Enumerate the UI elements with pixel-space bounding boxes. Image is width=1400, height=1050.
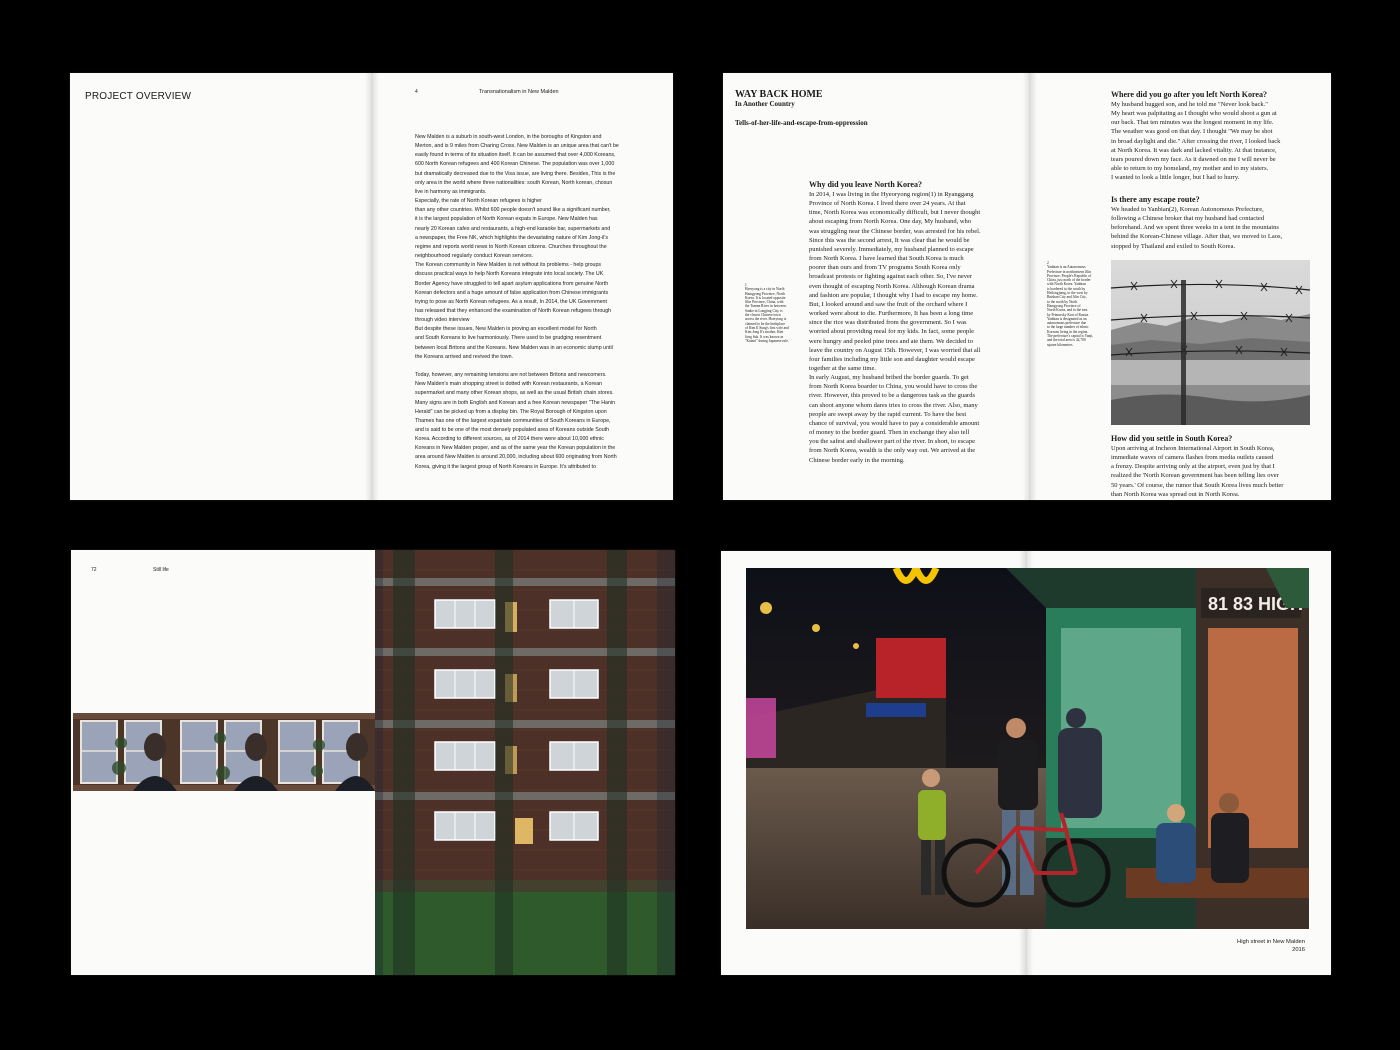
running-head: Transnationalism in New Malden: [479, 89, 559, 95]
section-title: PROJECT OVERVIEW: [85, 91, 192, 102]
window-reflection-photo-strip: [73, 713, 375, 791]
article-tagline: Tells-of-her-life-and-escape-from-oppres…: [735, 119, 868, 127]
photo-caption: High street in New Malden: [1237, 939, 1305, 945]
high-street-night-photo: 81 83 HIGH S: [746, 568, 1309, 929]
spread-project-overview: PROJECT OVERVIEW 4 Transnationalism in N…: [70, 73, 673, 500]
answer-text: Upon arriving at Incheon International A…: [1111, 445, 1284, 498]
body-text: New Malden is a suburb in south-west Lon…: [415, 134, 619, 470]
article-subtitle: In Another Country: [735, 100, 795, 108]
book-gutter: [365, 73, 379, 500]
spread-way-back-home: WAY BACK HOME In Another Country Tells-o…: [723, 73, 1331, 500]
footnote: 1 Hyeryong is a city in North Hamgyong P…: [745, 283, 789, 343]
answer-text: We headed to Yanbian(2), Korean Autonomo…: [1111, 206, 1283, 250]
question-heading: Where did you go after you left North Ko…: [1111, 90, 1267, 99]
question-heading: Why did you leave North Korea?: [809, 180, 922, 189]
article-title: WAY BACK HOME: [735, 89, 823, 100]
question-heading: How did you settle in South Korea?: [1111, 434, 1233, 443]
question-heading: Is there any escape route?: [1111, 195, 1200, 204]
answer-text: In 2014, I was living in the Hyeoryong r…: [809, 191, 981, 464]
spread-high-street: 81 83 HIGH S High street in New Malden 2…: [721, 551, 1331, 975]
photo-caption-year: 2016: [1292, 947, 1305, 953]
footnote: 2 Yanbian is an Autonomous Prefecture in…: [1047, 261, 1094, 347]
barbed-wire-photo: [1111, 260, 1310, 425]
section-label: Still life: [153, 567, 169, 573]
brick-apartment-block-photo: [375, 550, 675, 975]
spread-still-life: 72 Still life: [71, 550, 675, 975]
page-number: 72: [91, 567, 97, 573]
answer-text: My husband hugged son, and he told me "N…: [1111, 101, 1281, 182]
page-number: 4: [415, 89, 418, 95]
